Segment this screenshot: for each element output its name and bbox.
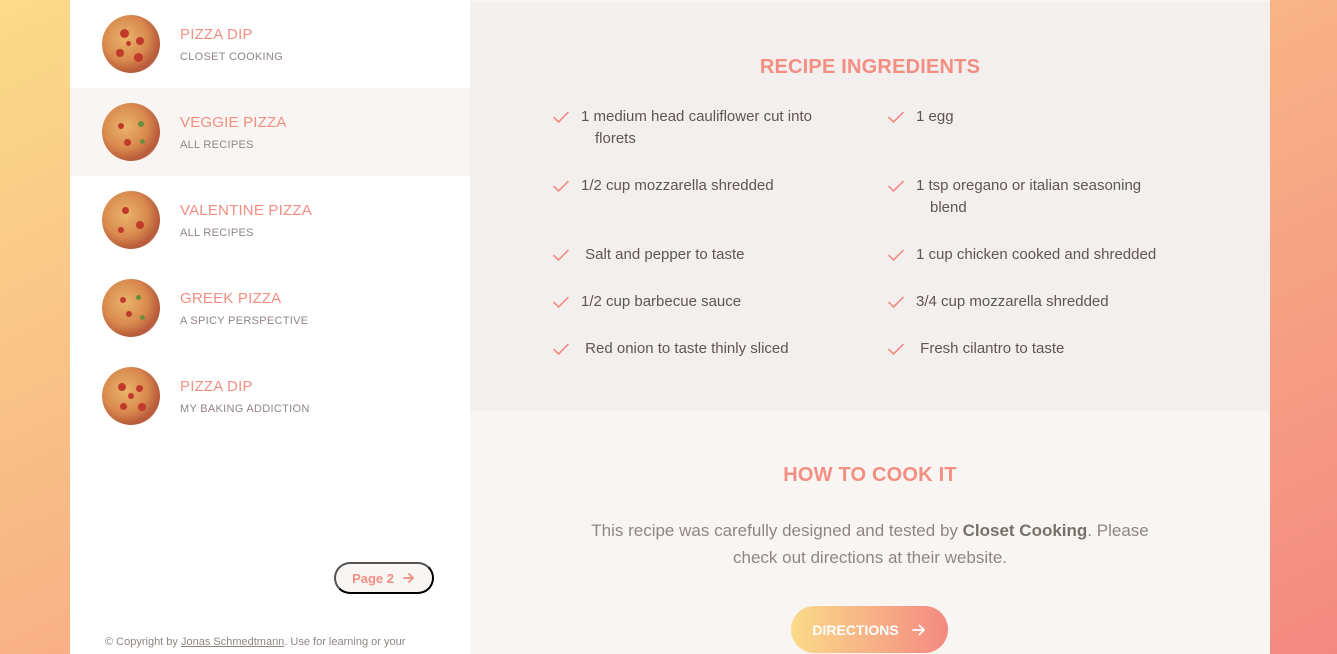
copyright: © Copyright by Jonas Schmedtmann. Use fo… xyxy=(105,636,445,648)
desc-publisher: Closet Cooking xyxy=(962,521,1088,540)
result-publisher: All Recipes xyxy=(180,138,254,151)
check-icon xyxy=(888,111,904,123)
result-title: Pizza Dip xyxy=(180,377,253,395)
ingredient-item: 1 egg xyxy=(887,106,1192,175)
cook-description: This recipe was carefully designed and t… xyxy=(570,517,1170,571)
check-icon xyxy=(888,180,904,192)
ingredient-text: 1/2 cup barbecue sauce xyxy=(581,291,741,313)
result-publisher: Closet Cooking xyxy=(180,50,284,63)
ingredient-line: Salt and pepper to taste xyxy=(581,246,745,263)
ingredient-line: 1 tsp oregano or italian seasoning xyxy=(916,177,1142,194)
result-publisher: A Spicy Perspective xyxy=(180,314,309,327)
copyright-prefix: © Copyright by xyxy=(105,636,181,648)
search-results-sidebar: Pizza Dip Closet Cooking Veggie Pizza All R… xyxy=(70,0,470,654)
result-title: Pizza Dip xyxy=(180,25,253,43)
result-item[interactable]: Valentine Pizza All Recipes xyxy=(70,176,470,264)
recipe-thumbnail xyxy=(102,103,160,161)
ingredient-line: Red onion to taste thinly sliced xyxy=(581,340,789,357)
check-icon xyxy=(553,180,569,192)
recipe-thumbnail xyxy=(102,191,160,249)
check-icon xyxy=(553,249,569,261)
ingredient-line: 1/2 cup mozzarella shredded xyxy=(581,177,774,194)
result-title: Greek Pizza xyxy=(180,289,282,307)
arrow-right-icon xyxy=(403,573,414,583)
ingredient-text: 1 cup chicken cooked and shredded xyxy=(916,244,1156,266)
check-icon xyxy=(888,343,904,355)
ingredient-item: Red onion to taste thinly sliced xyxy=(552,338,887,385)
ingredient-text: Fresh cilantro to taste xyxy=(916,338,1064,360)
author-link[interactable]: Jonas Schmedtmann xyxy=(181,636,284,648)
ingredient-item: Salt and pepper to taste xyxy=(552,244,887,291)
result-info: Pizza Dip My Baking Addiction xyxy=(180,378,310,415)
ingredient-line: florets xyxy=(595,130,636,147)
arrow-right-icon xyxy=(911,624,925,635)
ingredient-line: 1 egg xyxy=(916,108,954,125)
ingredient-text: 1 medium head cauliflower cut into floret… xyxy=(581,106,812,150)
desc-prefix: This recipe was carefully designed and t… xyxy=(591,521,963,540)
ingredient-text: Red onion to taste thinly sliced xyxy=(581,338,789,360)
check-icon xyxy=(553,343,569,355)
recipe-thumbnail xyxy=(102,367,160,425)
cook-heading: How to cook it xyxy=(783,464,957,486)
result-info: Veggie Pizza All Recipes xyxy=(180,114,287,151)
result-title: Veggie Pizza xyxy=(180,113,287,131)
ingredient-line: 3/4 cup mozzarella shredded xyxy=(916,293,1109,310)
ingredient-line: 1/2 cup barbecue sauce xyxy=(581,293,742,310)
result-info: Valentine Pizza All Recipes xyxy=(180,202,312,239)
check-icon xyxy=(553,296,569,308)
how-to-cook-section: How to cook it This recipe was carefully… xyxy=(470,411,1270,654)
result-item[interactable]: Veggie Pizza All Recipes xyxy=(70,88,470,176)
result-info: Pizza Dip Closet Cooking xyxy=(180,26,283,63)
directions-button[interactable]: Directions xyxy=(791,606,948,653)
pagination-label: Page 2 xyxy=(352,570,394,586)
check-icon xyxy=(888,296,904,308)
ingredient-line: blend xyxy=(930,199,967,216)
result-title: Valentine Pizza xyxy=(180,201,312,219)
result-item[interactable]: Pizza Dip My Baking Addiction xyxy=(70,352,470,440)
ingredient-text: 1 egg xyxy=(916,106,954,128)
ingredients-heading: Recipe Ingredients xyxy=(759,56,981,78)
ingredient-line: Fresh cilantro to taste xyxy=(916,340,1065,357)
ingredient-text: 1/2 cup mozzarella shredded xyxy=(581,175,774,197)
copyright-suffix: . Use for learning or your xyxy=(284,636,406,648)
check-icon xyxy=(553,111,569,123)
result-publisher: My Baking Addiction xyxy=(180,402,310,415)
ingredient-list: 1 medium head cauliflower cut into floret… xyxy=(552,106,1192,385)
result-item[interactable]: Pizza Dip Closet Cooking xyxy=(70,0,470,88)
ingredient-item: 3/4 cup mozzarella shredded xyxy=(887,291,1192,338)
ingredient-item: 1 medium head cauliflower cut into floret… xyxy=(552,106,887,175)
ingredient-item: 1 cup chicken cooked and shredded xyxy=(887,244,1192,291)
app-container: Pizza Dip Closet Cooking Veggie Pizza All R… xyxy=(70,0,1270,654)
ingredient-text: 1 tsp oregano or italian seasoning blend xyxy=(916,175,1141,219)
recipe-ingredients-section: Recipe Ingredients 1 medium head caulifl… xyxy=(470,2,1270,411)
result-info: Greek Pizza A Spicy Perspective xyxy=(180,290,308,327)
ingredient-line: 1 medium head cauliflower cut into xyxy=(581,108,812,125)
recipe-thumbnail xyxy=(102,15,160,73)
check-icon xyxy=(888,249,904,261)
pagination-next-button[interactable]: Page 2 xyxy=(334,562,434,594)
ingredient-item: 1/2 cup barbecue sauce xyxy=(552,291,887,338)
ingredient-line: 1 cup chicken cooked and shredded xyxy=(916,246,1157,263)
directions-label: Directions xyxy=(812,621,899,638)
results-list: Pizza Dip Closet Cooking Veggie Pizza All R… xyxy=(70,0,470,440)
ingredient-text: Salt and pepper to taste xyxy=(581,244,744,266)
result-publisher: All Recipes xyxy=(180,226,254,239)
ingredient-text: 3/4 cup mozzarella shredded xyxy=(916,291,1109,313)
ingredient-item: Fresh cilantro to taste xyxy=(887,338,1192,385)
recipe-view: Recipe Ingredients 1 medium head caulifl… xyxy=(470,0,1270,654)
result-item[interactable]: Greek Pizza A Spicy Perspective xyxy=(70,264,470,352)
recipe-thumbnail xyxy=(102,279,160,337)
ingredient-item: 1/2 cup mozzarella shredded xyxy=(552,175,887,244)
ingredient-item: 1 tsp oregano or italian seasoning blend xyxy=(887,175,1192,244)
